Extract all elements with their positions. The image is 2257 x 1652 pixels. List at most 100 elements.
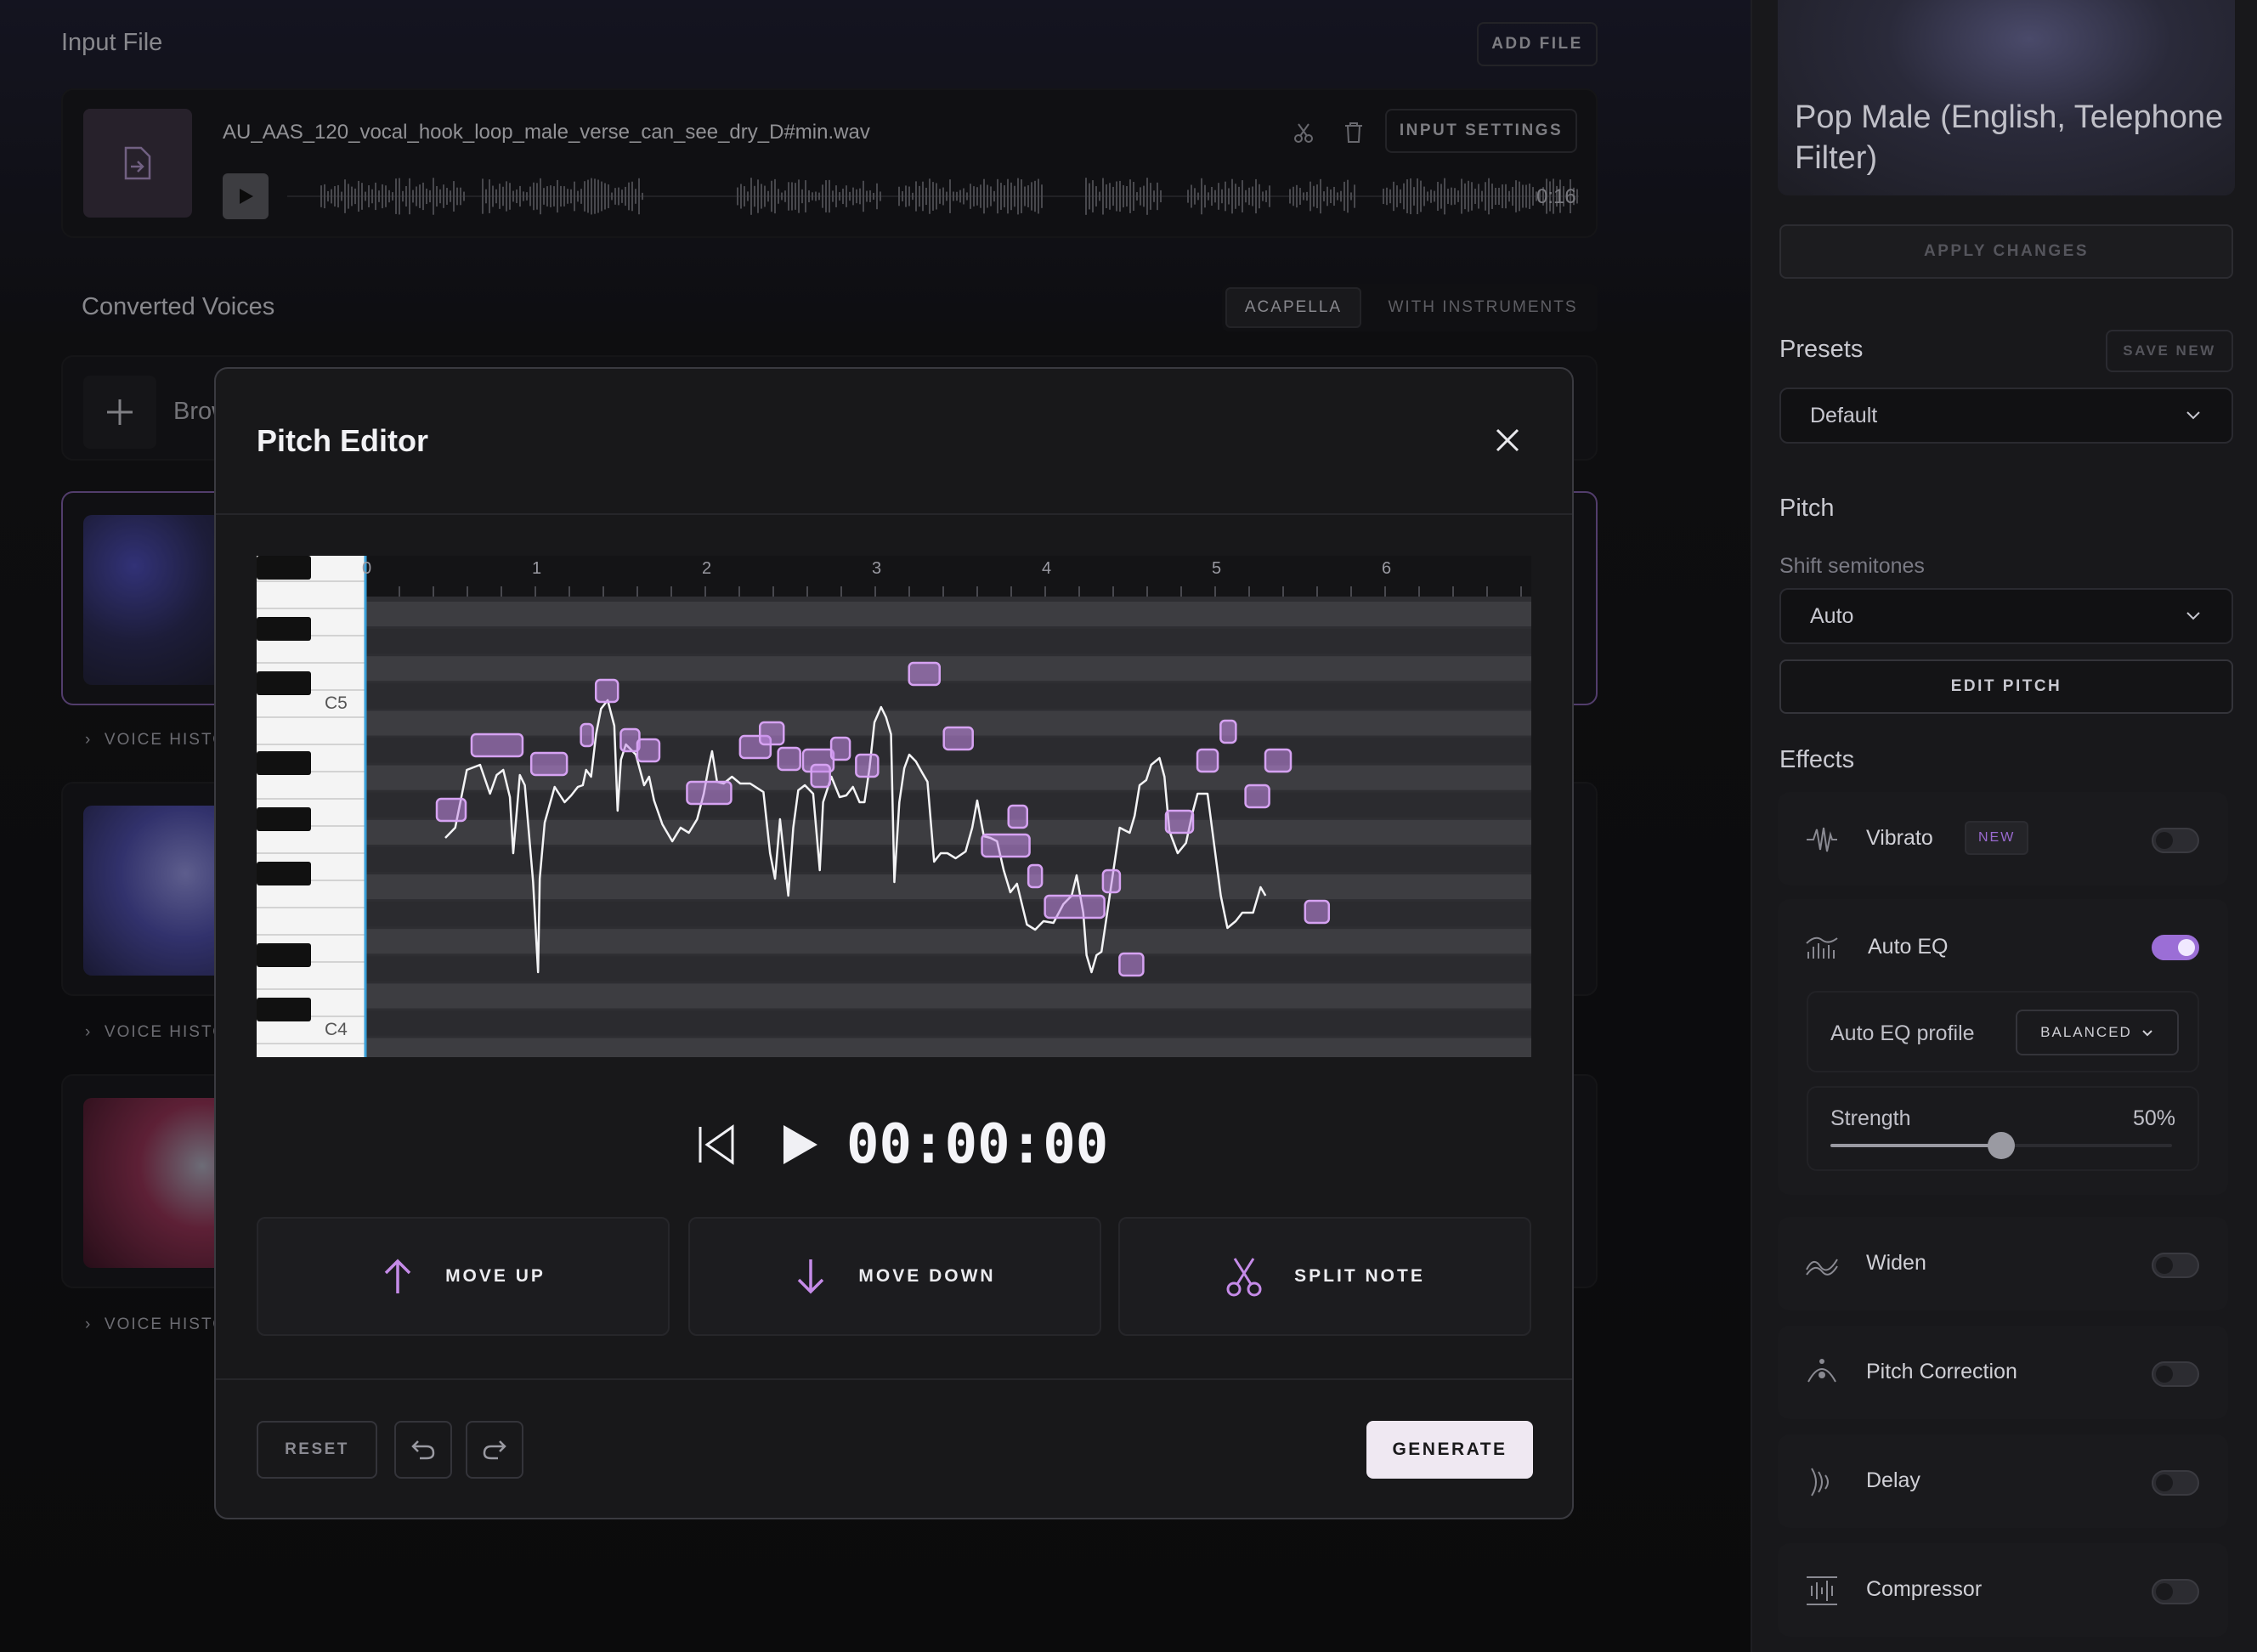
eq-icon <box>1806 936 1838 959</box>
ruler-background <box>257 556 1531 597</box>
split-note-button[interactable]: SPLIT NOTE <box>1118 1217 1531 1336</box>
pitch-note <box>759 721 785 746</box>
apply-changes-button[interactable]: APPLY CHANGES <box>1779 224 2233 279</box>
note-label-c5: C5 <box>325 693 348 713</box>
pitch-note <box>908 661 941 687</box>
compressor-icon <box>1807 1576 1837 1605</box>
save-new-preset-button[interactable]: SAVE NEW <box>2106 330 2233 372</box>
pitch-note <box>435 797 467 823</box>
piano-roll[interactable]: C5 C4 0 1 2 3 4 5 6 <box>257 556 1531 1057</box>
effect-compressor: Compressor <box>1778 1543 2228 1637</box>
undo-button[interactable] <box>394 1421 452 1479</box>
close-icon[interactable] <box>1491 423 1524 457</box>
presets-title: Presets <box>1779 336 1864 363</box>
black-key <box>257 556 311 580</box>
redo-button[interactable] <box>466 1421 523 1479</box>
effect-pitch-correction: Pitch Correction <box>1778 1326 2228 1419</box>
play-icon[interactable] <box>780 1122 821 1168</box>
compressor-toggle[interactable] <box>2152 1579 2199 1604</box>
pitch-note <box>855 753 880 778</box>
pitch-note <box>981 833 1031 858</box>
effect-widen: Widen <box>1778 1217 2228 1310</box>
input-settings-button[interactable]: INPUT SETTINGS <box>1385 109 1577 153</box>
input-play-button[interactable] <box>223 173 269 219</box>
note-label-c4: C4 <box>325 1020 348 1039</box>
pitch-note <box>580 722 594 748</box>
converted-voices-title: Converted Voices <box>82 293 275 320</box>
pitch-note <box>1027 863 1044 889</box>
voice-history-1[interactable]: › VOICE HISTO <box>85 731 227 750</box>
auto-eq-profile-select[interactable]: BALANCED <box>2016 1010 2179 1055</box>
roll-lane <box>365 1010 1531 1036</box>
input-file-card: AU_AAS_120_vocal_hook_loop_male_verse_ca… <box>61 88 1598 238</box>
roll-lane <box>365 983 1531 1009</box>
move-up-button[interactable]: MOVE UP <box>257 1217 670 1336</box>
arrow-down-icon <box>798 1259 824 1294</box>
trash-icon[interactable] <box>1343 121 1365 144</box>
pitch-note <box>1196 748 1219 773</box>
tab-with-instruments[interactable]: WITH INSTRUMENTS <box>1372 287 1594 328</box>
roll-lane <box>365 792 1531 818</box>
scissors-icon[interactable] <box>1292 121 1315 144</box>
black-key <box>257 807 311 831</box>
strength-slider-track[interactable] <box>1830 1132 2172 1159</box>
edit-pitch-button[interactable]: EDIT PITCH <box>1779 659 2233 714</box>
auto-eq-profile-value: BALANCED <box>2040 1024 2132 1040</box>
skip-to-start-icon[interactable] <box>697 1123 736 1166</box>
move-down-label: MOVE DOWN <box>858 1266 996 1286</box>
preset-select[interactable]: Default <box>1779 388 2233 444</box>
pitch-note <box>1101 868 1122 894</box>
shift-semitones-select[interactable]: Auto <box>1779 588 2233 644</box>
auto-eq-profile-label: Auto EQ profile <box>1830 1021 1975 1045</box>
voice-history-3[interactable]: › VOICE HISTO <box>85 1315 227 1334</box>
preset-select-value: Default <box>1810 403 1878 427</box>
pitch-note <box>686 780 733 806</box>
input-waveform[interactable] <box>287 175 1579 218</box>
strength-slider-thumb[interactable] <box>1988 1132 2015 1159</box>
plus-icon <box>107 399 133 425</box>
ruler-label: 4 <box>1042 559 1052 578</box>
ruler-label: 0 <box>362 559 372 578</box>
ruler-label: 2 <box>702 559 712 578</box>
pitch-correction-toggle[interactable] <box>2152 1361 2199 1387</box>
piano-roll-canvas[interactable] <box>257 556 1531 1057</box>
effect-auto-eq: Auto EQ Auto EQ profile BALANCED Strengt… <box>1778 899 2228 1195</box>
generate-button[interactable]: GENERATE <box>1366 1421 1533 1479</box>
chevron-down-icon <box>2142 1030 2152 1037</box>
black-key <box>257 671 311 695</box>
input-file-title: Input File <box>61 29 163 56</box>
split-note-label: SPLIT NOTE <box>1294 1266 1425 1286</box>
pitch-note <box>942 726 974 751</box>
redo-icon <box>483 1440 506 1460</box>
roll-lane <box>365 602 1531 627</box>
black-key <box>257 862 311 885</box>
file-import-icon <box>124 146 151 180</box>
strength-value: 50% <box>2132 1106 2175 1130</box>
add-file-button[interactable]: ADD FILE <box>1477 22 1598 66</box>
roll-lane <box>365 656 1531 682</box>
shift-semitones-value: Auto <box>1810 603 1854 628</box>
chevron-down-icon <box>2186 612 2200 620</box>
reset-button[interactable]: RESET <box>257 1421 377 1479</box>
roll-lane <box>365 956 1531 982</box>
add-voice-button[interactable] <box>83 376 156 449</box>
voice-history-2[interactable]: › VOICE HISTO <box>85 1023 227 1042</box>
auto-eq-profile-row: Auto EQ profile BALANCED <box>1807 991 2199 1072</box>
effect-label: Vibrato <box>1866 826 1933 850</box>
pitch-note <box>1118 952 1145 977</box>
effect-label: Auto EQ <box>1868 935 1949 959</box>
tab-acapella[interactable]: ACAPELLA <box>1225 287 1361 328</box>
chevron-down-icon <box>2186 411 2200 420</box>
delay-toggle[interactable] <box>2152 1470 2199 1496</box>
pitch-note <box>810 763 831 789</box>
vibrato-toggle[interactable] <box>2152 828 2199 853</box>
effect-label: Delay <box>1866 1468 1920 1492</box>
shift-semitones-label: Shift semitones <box>1779 554 1925 578</box>
widen-toggle[interactable] <box>2152 1253 2199 1278</box>
auto-eq-toggle[interactable] <box>2152 935 2199 960</box>
input-duration: 0:16 <box>1536 185 1576 208</box>
modal-footer-divider <box>216 1378 1572 1380</box>
pitch-note <box>470 733 524 758</box>
move-down-button[interactable]: MOVE DOWN <box>688 1217 1101 1336</box>
voice-history-label: VOICE HISTO <box>104 1315 228 1333</box>
